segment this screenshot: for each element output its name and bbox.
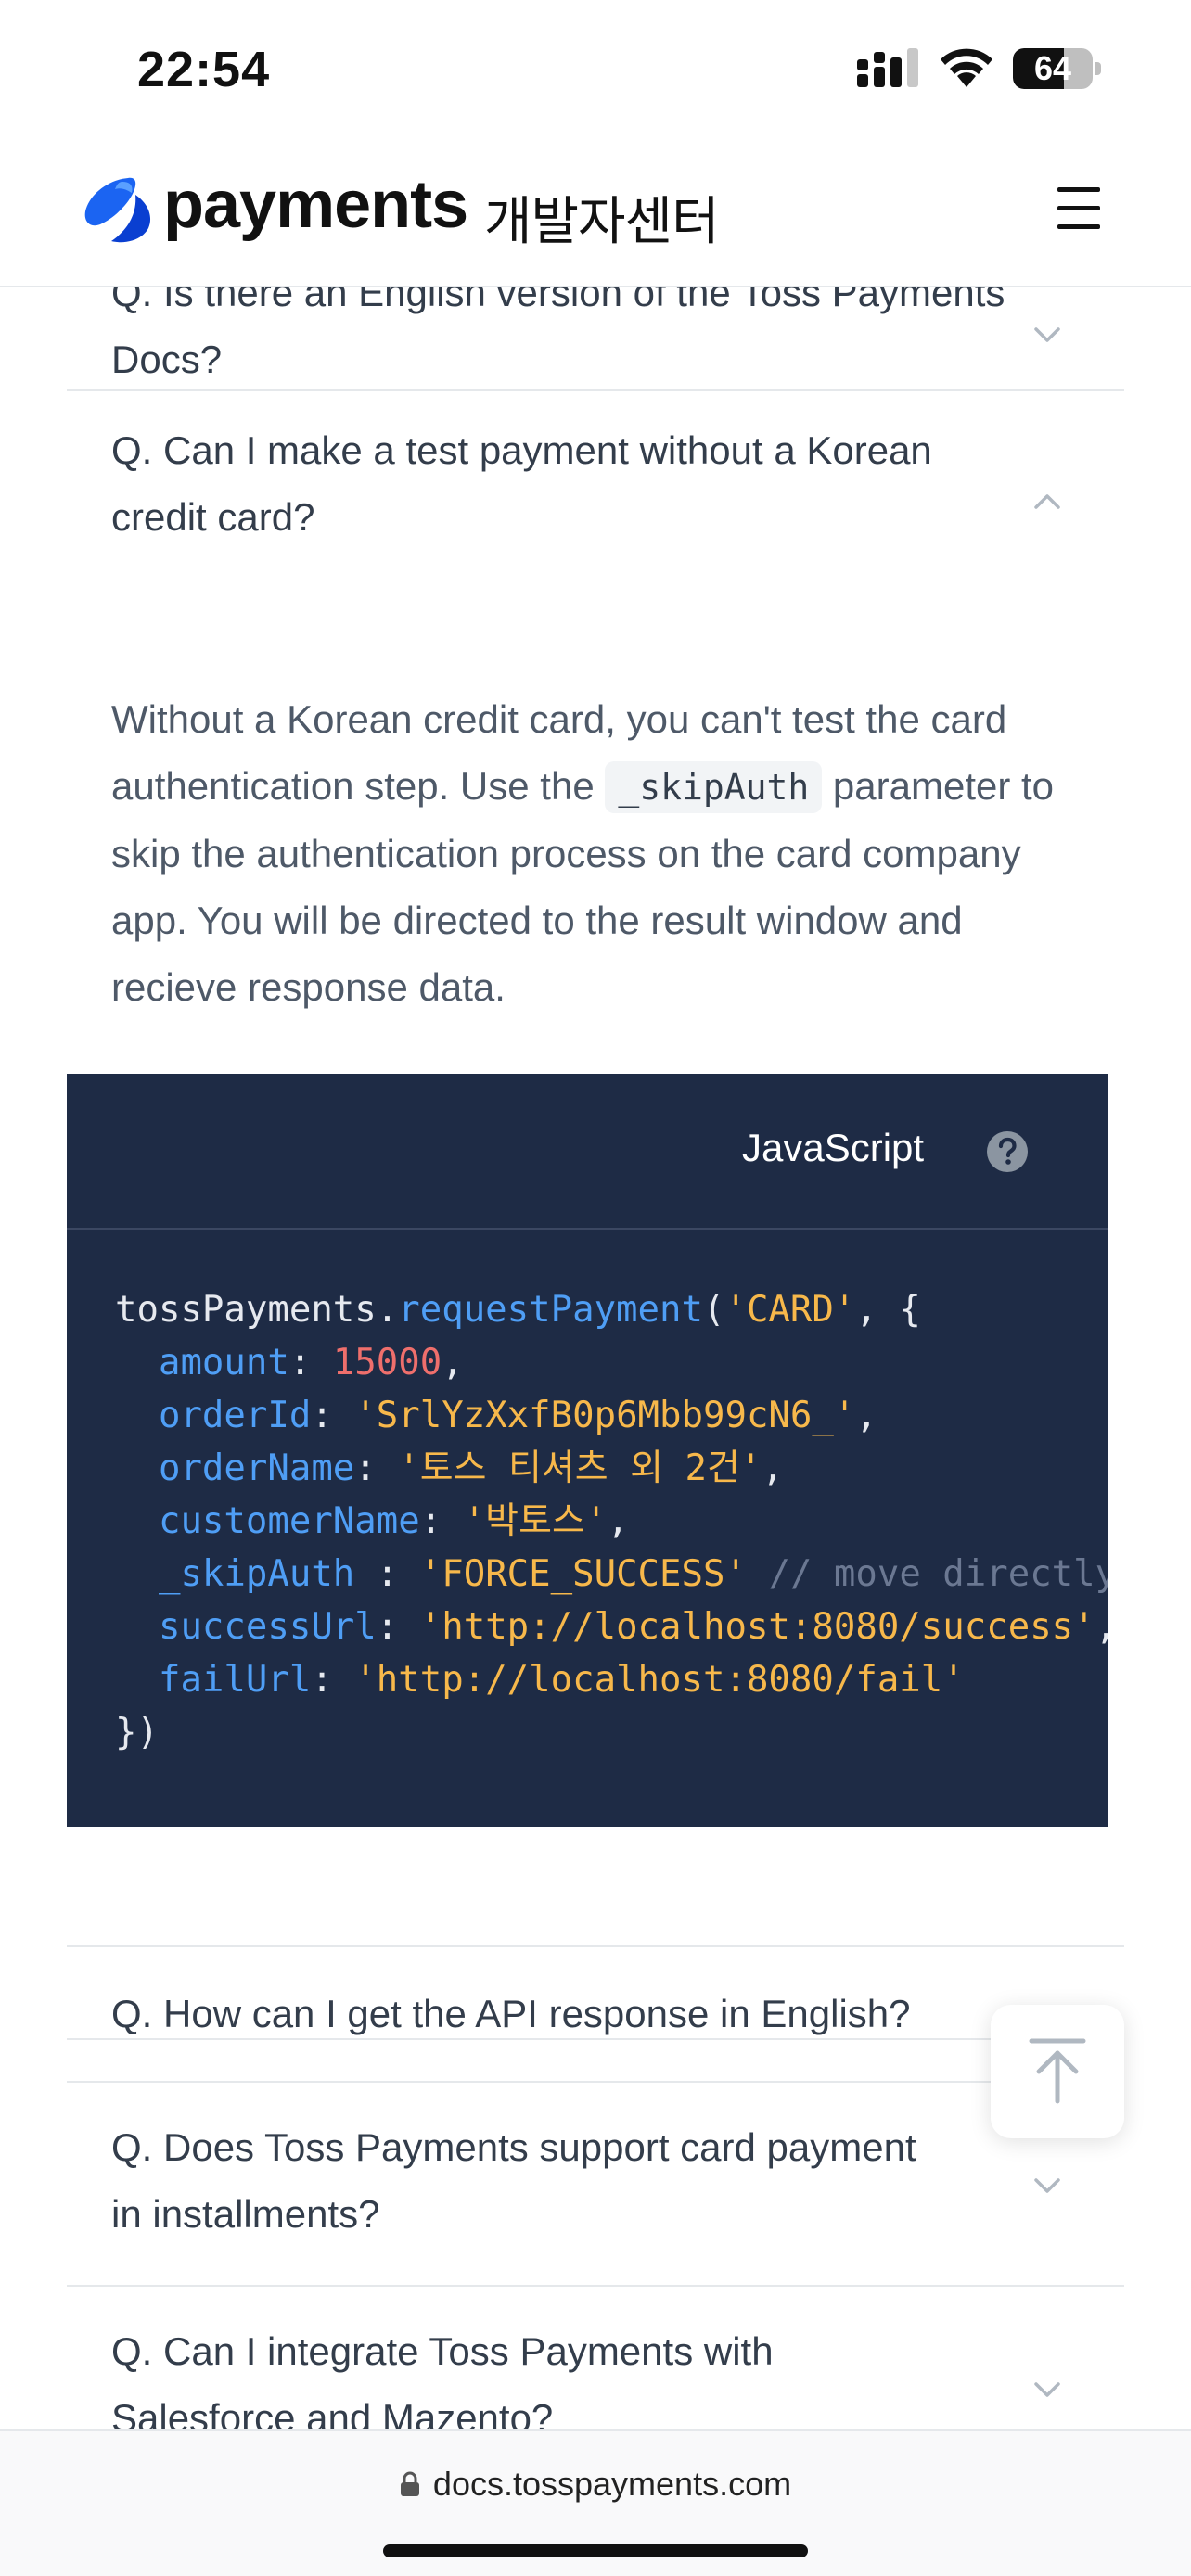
- faq-question[interactable]: Q. Is there an English version of the To…: [111, 287, 1039, 393]
- faq-item[interactable]: Q. Does Toss Payments support card payme…: [67, 2083, 1124, 2287]
- battery-icon: 64: [1013, 48, 1102, 91]
- browser-url-bar[interactable]: docs.tosspayments.com: [0, 2429, 1191, 2576]
- code-token: failUrl: [158, 1659, 312, 1701]
- code-token: orderId: [158, 1395, 312, 1436]
- battery-body: 64: [1013, 48, 1093, 89]
- status-time: 22:54: [137, 42, 271, 97]
- url-text: docs.tosspayments.com: [432, 2465, 792, 2503]
- cellular-signal-icon: [857, 48, 918, 87]
- chevron-down-icon[interactable]: [1033, 2177, 1061, 2194]
- hamburger-menu-icon[interactable]: [1056, 185, 1102, 232]
- inline-code: _skipAuth: [605, 761, 823, 813]
- code-token: tossPayments: [115, 1289, 377, 1331]
- code-token: 'http://localhost:8080/fail': [354, 1659, 965, 1701]
- faq-item[interactable]: Q. How can I get the API response in Eng…: [67, 1945, 1124, 2083]
- menu-bar: [1057, 224, 1100, 229]
- question-circle-icon[interactable]: [985, 1129, 1030, 1174]
- battery-level-text: 64: [1033, 49, 1072, 87]
- toss-logo-icon[interactable]: [80, 174, 156, 245]
- code-token: }): [115, 1712, 159, 1753]
- arrow-up-to-top-icon: [1029, 2038, 1086, 2104]
- lock-icon: [400, 2471, 419, 2496]
- code-token: '토스 티셔츠 외 2건': [398, 1447, 762, 1489]
- faq-question[interactable]: Q. How can I get the API response in Eng…: [111, 1981, 1020, 2047]
- chevron-down-icon[interactable]: [1033, 326, 1061, 343]
- logo-wordmark[interactable]: payments: [163, 167, 468, 243]
- code-token: customerName: [158, 1500, 420, 1542]
- faq-question[interactable]: Q. Can I make a test payment without a K…: [111, 417, 946, 551]
- code-token: _skipAuth: [158, 1553, 355, 1595]
- site-header: payments 개발자센터: [0, 139, 1191, 287]
- code-token: .: [376, 1289, 399, 1331]
- code-token: amount: [158, 1342, 289, 1384]
- menu-bar: [1057, 206, 1100, 210]
- code-token: 'SrlYzXxfB0p6Mbb99cN6_': [354, 1395, 856, 1436]
- code-token: successUrl: [158, 1606, 377, 1648]
- faq-answer: Without a Korean credit card, you can't …: [111, 686, 1057, 1021]
- url-display[interactable]: docs.tosspayments.com: [0, 2465, 1191, 2504]
- faq-question[interactable]: Q. Can I integrate Toss Payments with Sa…: [111, 2318, 946, 2429]
- code-token: requestPayment: [398, 1289, 703, 1331]
- faq-content: Q. Is there an English version of the To…: [0, 287, 1191, 2429]
- faq-item[interactable]: Q. Can I integrate Toss Payments with Sa…: [67, 2287, 1124, 2429]
- code-token: orderName: [158, 1447, 355, 1489]
- code-token: , {: [855, 1289, 921, 1331]
- logo-subtitle[interactable]: 개발자센터: [484, 180, 720, 255]
- faq-question[interactable]: Q. Does Toss Payments support card payme…: [111, 2114, 946, 2248]
- scroll-to-top-button[interactable]: [991, 2005, 1124, 2138]
- faq-item[interactable]: Q. Is there an English version of the To…: [67, 287, 1124, 391]
- chevron-down-icon[interactable]: [1033, 2381, 1061, 2398]
- code-token: 'FORCE_SUCCESS': [419, 1553, 747, 1595]
- code-token: 15000: [332, 1342, 442, 1384]
- code-token: (: [702, 1289, 725, 1331]
- battery-cap: [1095, 62, 1101, 75]
- menu-bar: [1057, 187, 1100, 192]
- code-body: tossPayments.requestPayment('CARD', { am…: [115, 1283, 1108, 1759]
- code-block: JavaScript tossPayments.requestPayment('…: [67, 1074, 1108, 1827]
- status-bar: 22:54 64: [0, 0, 1191, 139]
- code-token: // move directly to successUrl: [768, 1553, 1108, 1595]
- wifi-icon: [941, 48, 992, 87]
- home-indicator[interactable]: [383, 2544, 808, 2557]
- code-language-label[interactable]: JavaScript: [742, 1126, 924, 1170]
- code-block-header: JavaScript: [67, 1074, 1108, 1230]
- code-token: '박토스': [463, 1500, 608, 1542]
- chevron-up-icon[interactable]: [1033, 493, 1061, 510]
- code-token: 'http://localhost:8080/success': [419, 1606, 1095, 1648]
- code-token: 'CARD': [724, 1289, 856, 1331]
